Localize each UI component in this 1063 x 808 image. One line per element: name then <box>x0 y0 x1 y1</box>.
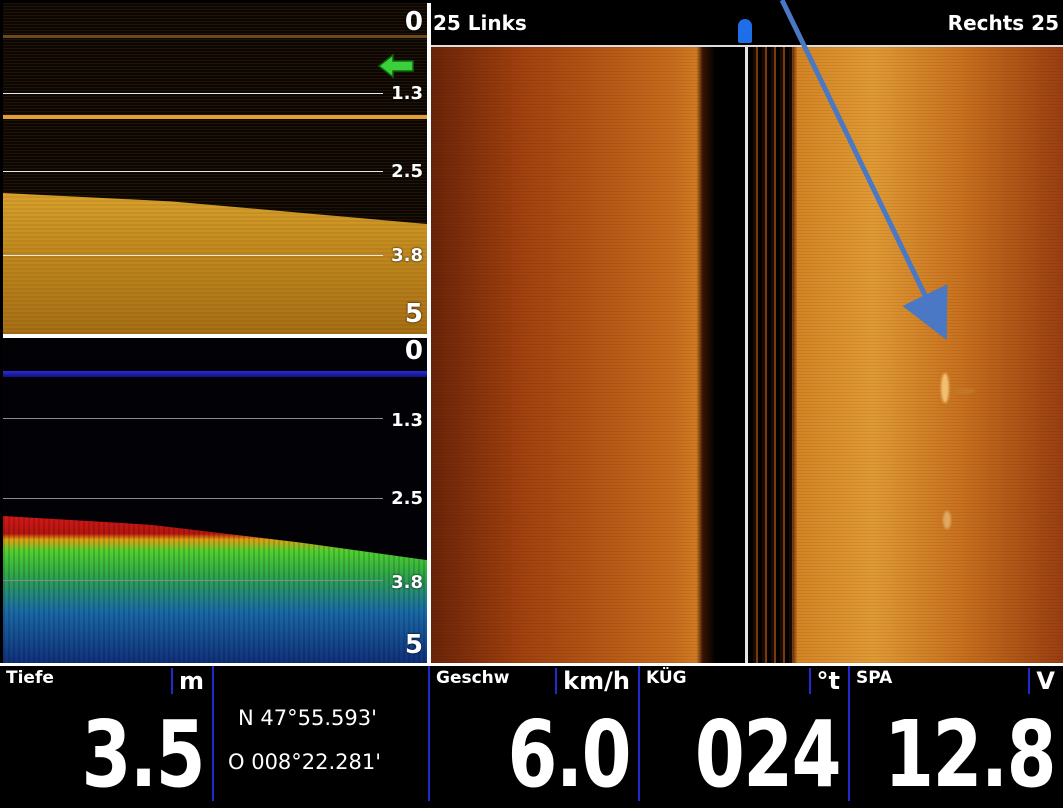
sonar-bottom-return <box>3 516 427 663</box>
course-value: 024 <box>694 701 842 808</box>
course-readout[interactable]: KÜG °t 024 <box>640 666 848 808</box>
sonar-target-shadow <box>951 388 975 394</box>
boat-track-line <box>745 47 748 663</box>
side-imaging-view[interactable]: 25 Links Rechts 25 <box>431 3 1063 663</box>
depth-readout[interactable]: Tiefe m 3.5 <box>0 666 212 808</box>
sonar-target <box>941 373 949 403</box>
surface-line <box>3 371 427 377</box>
depth-label-2: 2.5 <box>391 161 423 182</box>
depth-label-2: 2.5 <box>391 488 423 509</box>
speed-unit: km/h <box>555 668 630 694</box>
sonar-2d-view[interactable]: 0 1.3 2.5 3.8 5 <box>3 338 427 663</box>
depth-label-4: 5 <box>404 299 423 329</box>
speed-title: Geschw <box>436 668 510 688</box>
depth-gridline <box>3 498 383 499</box>
depth-label-0: 0 <box>404 338 423 366</box>
surface-clutter-band <box>3 35 427 38</box>
depth-title: Tiefe <box>6 668 54 688</box>
depth-label-1: 1.3 <box>391 83 423 104</box>
voltage-value: 12.8 <box>884 701 1056 808</box>
water-column-band <box>753 47 793 663</box>
voltage-title: SPA <box>856 668 893 688</box>
depth-gridline <box>3 255 383 256</box>
course-title: KÜG <box>646 668 687 688</box>
depth-label-3: 3.8 <box>391 245 423 266</box>
speed-value: 6.0 <box>507 701 632 808</box>
down-imaging-view[interactable]: 0 1.3 2.5 3.8 5 <box>3 3 427 334</box>
depth-value: 3.5 <box>81 701 206 808</box>
depth-gridline <box>3 93 383 94</box>
depth-label-1: 1.3 <box>391 410 423 431</box>
depth-unit: m <box>170 668 204 694</box>
sonar-target <box>943 511 951 529</box>
thermocline-band <box>3 115 427 119</box>
latitude-value: N 47°55.593' <box>238 706 377 730</box>
depth-label-3: 3.8 <box>391 572 423 593</box>
speed-readout[interactable]: Geschw km/h 6.0 <box>430 666 638 808</box>
side-imaging-header-line <box>431 45 1063 47</box>
depth-label-4: 5 <box>404 630 423 660</box>
data-bar: Tiefe m 3.5 N 47°55.593' O 008°22.281' G… <box>0 663 1063 808</box>
course-unit: °t <box>808 668 840 694</box>
voltage-unit: V <box>1028 668 1055 694</box>
depth-gridline <box>3 171 383 172</box>
range-right-label: Rechts 25 <box>947 11 1059 35</box>
depth-gridline <box>3 580 383 581</box>
depth-gridline <box>3 418 383 419</box>
range-left-label: 25 Links <box>433 11 527 35</box>
longitude-value: O 008°22.281' <box>228 750 382 774</box>
position-readout[interactable]: N 47°55.593' O 008°22.281' <box>214 666 428 801</box>
depth-label-0: 0 <box>404 7 423 37</box>
voltage-readout[interactable]: SPA V 12.8 <box>850 666 1063 808</box>
green-left-arrow-icon[interactable] <box>377 53 415 79</box>
boat-position-marker-icon <box>738 19 752 43</box>
